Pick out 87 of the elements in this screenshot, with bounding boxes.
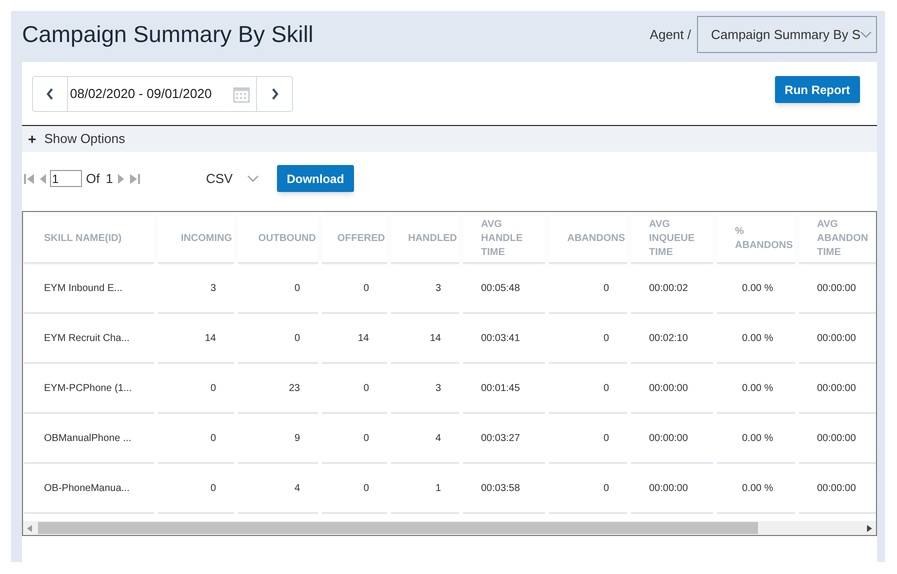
table-cell-text: 00:02:10 <box>649 332 688 346</box>
table-cell-text: 0 <box>603 482 609 496</box>
table-cell-text: 00:05:48 <box>481 282 520 296</box>
table-cell-text: 00:00:00 <box>817 332 856 346</box>
last-page-icon[interactable] <box>128 172 140 184</box>
table-cell-text: 0 <box>363 282 369 296</box>
page-input[interactable]: 1 <box>50 170 82 187</box>
date-range-value: 08/02/2020 - 09/01/2020 <box>70 85 212 104</box>
table-cell-text: 3 <box>435 382 441 396</box>
chevron-down-icon <box>246 174 259 182</box>
column-header[interactable]: SKILL NAME(ID) <box>44 232 122 246</box>
table-cell-text: 0 <box>294 282 300 296</box>
table-cell-text: OBManualPhone ... <box>44 432 132 446</box>
first-page-icon[interactable] <box>24 172 35 184</box>
column-header[interactable]: AVG INQUEUE TIME <box>649 218 705 260</box>
download-button[interactable]: Download <box>276 165 354 192</box>
table-cell-text: 14 <box>204 332 216 346</box>
column-header[interactable]: % ABANDONS <box>735 225 791 253</box>
table-cell-text: 3 <box>435 282 441 296</box>
table-cell-text: 0.00 % <box>742 482 774 496</box>
table-cell-text: 00:03:27 <box>481 432 520 446</box>
run-report-button[interactable]: Run Report <box>774 76 860 103</box>
table-cell-text: 23 <box>288 382 300 396</box>
column-header[interactable]: HANDLED <box>408 232 457 246</box>
scroll-right-icon[interactable] <box>867 524 872 532</box>
page-total: 1 <box>106 170 113 188</box>
of-label: Of <box>86 170 100 188</box>
next-page-icon[interactable] <box>116 172 125 184</box>
options-bar[interactable]: + Show Options <box>22 125 877 152</box>
table-cell-text: 00:00:00 <box>817 432 856 446</box>
table-cell-text: 0 <box>363 382 369 396</box>
table-cell-text: 0 <box>210 382 216 396</box>
table-cell-text: 0 <box>294 332 300 346</box>
table-cell-text: 14 <box>358 332 369 346</box>
calendar-icon <box>233 86 250 102</box>
column-header[interactable]: AVG HANDLE TIME <box>481 218 537 260</box>
table-cell-text: 00:00:02 <box>649 282 688 296</box>
table-cell-text: 00:00:00 <box>649 382 688 396</box>
table-cell-text: 00:03:58 <box>481 482 520 496</box>
table-cell-text: 1 <box>435 482 441 496</box>
table-cell-text: 4 <box>294 482 300 496</box>
table-cell-text: 0 <box>603 332 609 346</box>
table-cell-text: 00:00:00 <box>649 482 688 496</box>
column-header[interactable]: OFFERED <box>337 232 385 246</box>
table-cell-text: 3 <box>210 282 216 296</box>
table-cell-text: 00:03:41 <box>481 332 520 346</box>
column-header[interactable]: OUTBOUND <box>258 232 316 246</box>
table-cell-text: EYM Inbound E... <box>44 282 122 296</box>
table-cell-text: 0 <box>363 432 369 446</box>
scrollbar-thumb[interactable] <box>38 522 758 534</box>
table-cell-text: EYM Recruit Cha... <box>44 332 130 346</box>
table-cell-text: 0.00 % <box>742 282 774 296</box>
table-cell-text: 00:01:45 <box>481 382 520 396</box>
table-cell-text: 00:00:00 <box>817 282 856 296</box>
column-header[interactable]: INCOMING <box>180 232 232 246</box>
previous-page-icon[interactable] <box>39 172 47 184</box>
column-header[interactable]: AVG ABANDON TIME <box>817 218 873 260</box>
table-cell-text: 0 <box>603 382 609 396</box>
table-cell-text: 9 <box>294 432 300 446</box>
table-cell-text: OB-PhoneManua... <box>44 482 130 496</box>
table-cell-text: 0.00 % <box>742 332 774 346</box>
date-range-picker[interactable]: 08/02/2020 - 09/01/2020 <box>32 76 293 112</box>
table-cell-text: 00:00:00 <box>649 432 688 446</box>
horizontal-scrollbar[interactable] <box>23 521 876 535</box>
table-cell-text: 00:00:00 <box>817 482 856 496</box>
table-cell-text: 0.00 % <box>742 432 774 446</box>
column-header[interactable]: ABANDONS <box>567 232 625 246</box>
table-cell-text: EYM-PCPhone (1... <box>44 382 132 396</box>
table-cell-text: 00:00:00 <box>817 382 856 396</box>
breadcrumb: Agent / <box>650 26 691 44</box>
table-cell-text: 0 <box>210 482 216 496</box>
table-cell-text: 0 <box>210 432 216 446</box>
table-cell-text: 4 <box>435 432 441 446</box>
report-select[interactable]: Campaign Summary By S <box>697 16 877 53</box>
table-cell-text: 0 <box>603 432 609 446</box>
table-cell-text: 0 <box>363 482 369 496</box>
table-cell-text: 0 <box>603 282 609 296</box>
chevron-left-icon <box>46 88 54 100</box>
expand-toggle[interactable]: + <box>28 132 36 146</box>
table-cell-text: 14 <box>430 332 441 346</box>
chevron-down-icon <box>860 30 872 38</box>
page-title: Campaign Summary By Skill <box>22 20 314 50</box>
table-cell-text: 0.00 % <box>742 382 774 396</box>
options-label: Show Options <box>44 130 126 148</box>
format-select[interactable]: CSV <box>206 166 259 190</box>
scroll-left-icon[interactable] <box>27 524 32 532</box>
chevron-right-icon <box>270 88 278 100</box>
